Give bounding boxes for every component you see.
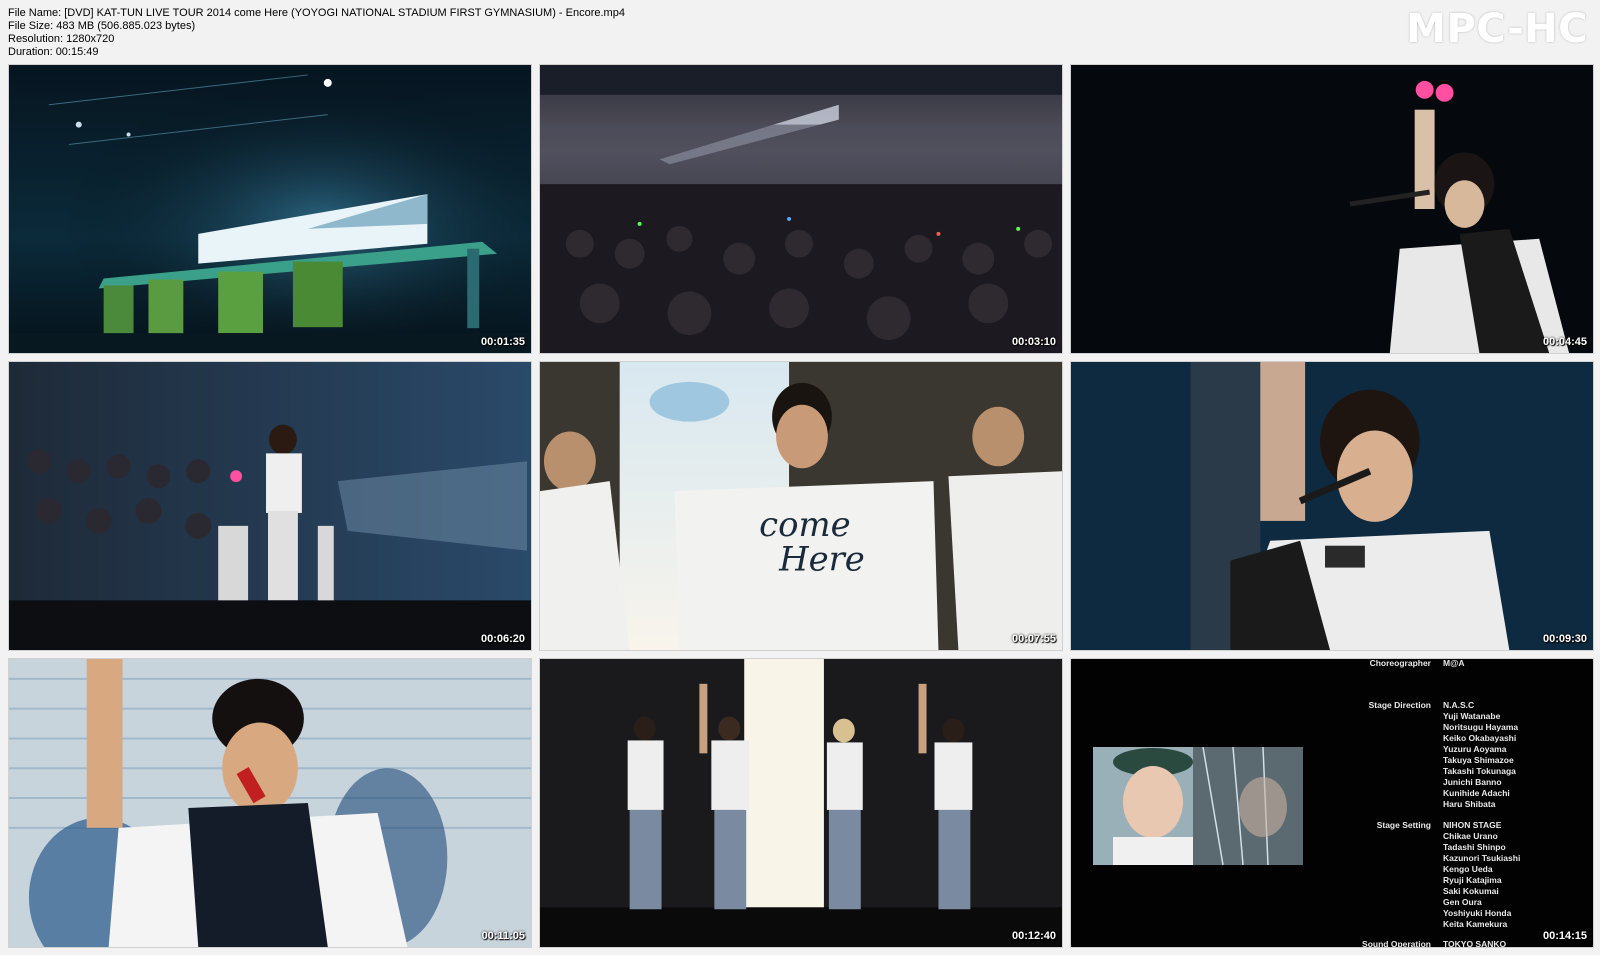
performer-scene-image [1071, 65, 1593, 353]
thumbnail-6[interactable]: 00:09:30 [1070, 361, 1594, 651]
timestamp-label: 00:12:40 [1011, 930, 1056, 942]
credit-label-stage-setting: Stage Setting [1376, 820, 1431, 830]
thumbnail-grid: 00:01:35 00:03:10 00:04:45 00:06:20 come… [8, 64, 1594, 948]
mpc-hc-logo: MPC-HC [1406, 6, 1588, 52]
thumbnail-5[interactable]: come Here 00:07:55 [539, 361, 1063, 651]
timestamp-label: 00:06:20 [480, 633, 525, 645]
credit-value: Noritsugu Hayama [1443, 722, 1519, 732]
credit-value-choreographer: M@A [1443, 658, 1465, 668]
credit-value: Haru Shibata [1443, 799, 1496, 809]
credit-value-sound-operation: TOKYO SANKO [1443, 939, 1507, 948]
credit-value: Keiko Okabayashi [1443, 733, 1517, 743]
timestamp-label: 00:03:10 [1011, 336, 1056, 348]
file-size-text: File Size: 483 MB (506.885.023 bytes) [8, 20, 196, 32]
group-performers-image [540, 659, 1062, 947]
timestamp-label: 00:01:35 [480, 336, 525, 348]
shirt-text-here: Here [778, 540, 865, 579]
credit-value: Kazunori Tsukiashi [1443, 853, 1521, 863]
credit-value: Takashi Tokunaga [1443, 766, 1516, 776]
credit-label-sound-operation: Sound Operation [1362, 939, 1431, 948]
credit-value: Chikae Urano [1443, 831, 1498, 841]
resolution-text: Resolution: 1280x720 [8, 33, 115, 45]
credit-value: Yoshiyuki Honda [1443, 908, 1512, 918]
stage-scene-image [9, 65, 531, 353]
performer-on-stage-image [9, 362, 531, 650]
credit-value: Yuji Watanabe [1443, 711, 1501, 721]
credit-value: NIHON STAGE [1443, 820, 1502, 830]
credit-label-choreographer: Choreographer [1369, 658, 1431, 668]
timestamp-label: 00:07:55 [1011, 633, 1056, 645]
shirt-text-come: come [759, 505, 850, 544]
credit-value: Junichi Banno [1443, 777, 1502, 787]
credit-value: Kengo Ueda [1443, 864, 1493, 874]
credit-value: N.A.S.C [1443, 700, 1475, 710]
timestamp-label: 00:04:45 [1542, 336, 1587, 348]
thumbnail-1[interactable]: 00:01:35 [8, 64, 532, 354]
credit-value: Saki Kokumai [1443, 886, 1499, 896]
three-performers-image: come Here [540, 362, 1062, 650]
thumbnail-3[interactable]: 00:04:45 [1070, 64, 1594, 354]
credit-value: Ryuji Katajima [1443, 875, 1502, 885]
file-info-panel: File Name: [DVD] KAT-TUN LIVE TOUR 2014 … [8, 7, 625, 59]
thumbnail-9[interactable]: Choreographer M@A Stage Direction N.A.S.… [1070, 658, 1594, 948]
crowd-scene-image [540, 65, 1062, 353]
credit-value: Takuya Shimazoe [1443, 755, 1514, 765]
thumbnail-2[interactable]: 00:03:10 [539, 64, 1063, 354]
thumbnail-8[interactable]: 00:12:40 [539, 658, 1063, 948]
end-credits: Choreographer M@A Stage Direction N.A.S.… [1071, 659, 1593, 947]
timestamp-label: 00:14:15 [1542, 930, 1587, 942]
duration-text: Duration: 00:15:49 [8, 46, 99, 58]
timestamp-label: 00:09:30 [1542, 633, 1587, 645]
credit-label-stage-direction: Stage Direction [1368, 700, 1431, 710]
singer-closeup-image [1071, 362, 1593, 650]
credit-value: Tadashi Shinpo [1443, 842, 1506, 852]
thumbnail-7[interactable]: 00:11:05 [8, 658, 532, 948]
file-name-text: File Name: [DVD] KAT-TUN LIVE TOUR 2014 … [8, 7, 625, 19]
credit-value: Kunihide Adachi [1443, 788, 1510, 798]
credit-value: Keita Kamekura [1443, 919, 1508, 929]
thumbnail-4[interactable]: 00:06:20 [8, 361, 532, 651]
credit-value: Yuzuru Aoyama [1443, 744, 1507, 754]
singer-microphone-image [9, 659, 531, 947]
timestamp-label: 00:11:05 [481, 930, 525, 942]
credit-value: Gen Oura [1443, 897, 1482, 907]
